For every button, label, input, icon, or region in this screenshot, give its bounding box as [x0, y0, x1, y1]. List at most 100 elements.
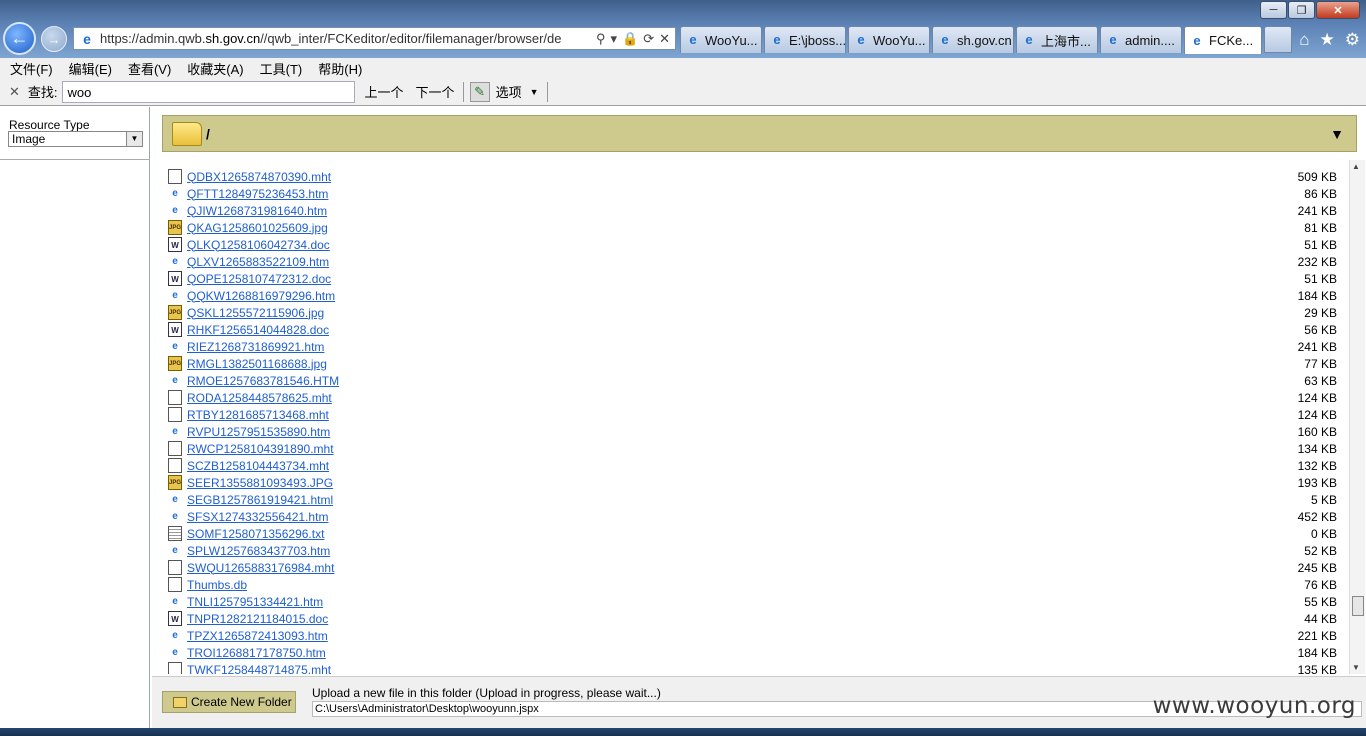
tab-1[interactable]: e E:\jboss...	[764, 26, 846, 53]
back-button[interactable]: ←	[3, 22, 36, 55]
file-name-link[interactable]: RIEZ1268731869921.htm	[187, 340, 324, 354]
minimize-button[interactable]: ─	[1260, 1, 1287, 19]
file-size: 241 KB	[1297, 203, 1337, 218]
menu-file[interactable]: 文件(F)	[10, 59, 53, 78]
tab-5[interactable]: e admin....	[1100, 26, 1182, 53]
tab-6[interactable]: e FCKe... ✕	[1184, 26, 1262, 54]
file-ie-icon: e	[172, 290, 178, 301]
file-name-link[interactable]: QSKL1255572115906.jpg	[187, 306, 324, 320]
close-window-button[interactable]: ✕	[1316, 1, 1360, 19]
file-name-link[interactable]: SCZB1258104443734.mht	[187, 459, 329, 473]
file-size: 86 KB	[1304, 186, 1337, 201]
menu-tools[interactable]: 工具(T)	[260, 59, 303, 78]
dropdown-icon[interactable]: ▾	[610, 31, 617, 47]
file-blank-icon	[168, 441, 182, 456]
file-name-link[interactable]: QKAG1258601025609.jpg	[187, 221, 328, 235]
file-name-link[interactable]: QJIW1268731981640.htm	[187, 204, 327, 218]
current-folder-bar: / ▼	[162, 115, 1357, 152]
ie-tab-icon: e	[857, 32, 865, 47]
file-row: SWQU1265883176984.mht 245 KB	[152, 559, 1348, 576]
folder-dropdown-arrow-icon[interactable]: ▼	[1330, 126, 1344, 142]
file-name-link[interactable]: QDBX1265874870390.mht	[187, 170, 331, 184]
file-name-link[interactable]: SFSX1274332556421.htm	[187, 510, 328, 524]
file-name-link[interactable]: RODA1258448578625.mht	[187, 391, 332, 405]
file-name-link[interactable]: QLXV1265883522109.htm	[187, 255, 329, 269]
file-row: TWKF1258448714875.mht 135 KB	[152, 661, 1348, 674]
file-name-link[interactable]: RTBY1281685713468.mht	[187, 408, 329, 422]
lock-icon[interactable]: 🔒	[622, 31, 638, 47]
find-prev-button[interactable]: 上一个	[365, 82, 404, 101]
file-name-link[interactable]: Thumbs.db	[187, 578, 247, 592]
file-name-link[interactable]: SWQU1265883176984.mht	[187, 561, 334, 575]
find-next-button[interactable]: 下一个	[416, 82, 455, 101]
file-name-link[interactable]: QFTT1284975236453.htm	[187, 187, 328, 201]
scroll-up-icon[interactable]: ▲	[1352, 162, 1360, 171]
url-domain: sh.gov.cn	[205, 31, 261, 46]
file-list-scrollbar[interactable]: ▲ ▼	[1349, 160, 1365, 674]
file-name-link[interactable]: TWKF1258448714875.mht	[187, 663, 331, 675]
file-row: e TROI1268817178750.htm 184 KB	[152, 644, 1348, 661]
forward-button[interactable]: →	[41, 26, 67, 52]
file-jpg-icon: JPG	[168, 220, 182, 235]
arrow-left-icon: ←	[10, 28, 29, 48]
file-name-link[interactable]: QQKW1268816979296.htm	[187, 289, 335, 303]
resource-type-select[interactable]: Image ▼	[8, 131, 143, 147]
file-name-link[interactable]: RVPU1257951535890.htm	[187, 425, 330, 439]
file-name-link[interactable]: TNPR1282121184015.doc	[187, 612, 328, 626]
ie-tab-icon: e	[773, 32, 781, 47]
find-input[interactable]: woo	[61, 80, 355, 103]
file-name-link[interactable]: QLKQ1258106042734.doc	[187, 238, 330, 252]
favorites-star-icon[interactable]: ★	[1320, 30, 1335, 50]
file-ie-icon: e	[172, 205, 178, 216]
tab-2[interactable]: e WooYu...	[848, 26, 930, 53]
menu-view[interactable]: 查看(V)	[128, 59, 171, 78]
menu-help[interactable]: 帮助(H)	[318, 59, 362, 78]
create-new-folder-button[interactable]: Create New Folder	[162, 691, 296, 713]
file-name-link[interactable]: TNLI1257951334421.htm	[187, 595, 323, 609]
menu-edit[interactable]: 编辑(E)	[69, 59, 112, 78]
file-size: 51 KB	[1304, 271, 1337, 286]
resource-sidebar: Resource Type Image ▼	[0, 107, 150, 736]
resource-type-value: Image	[12, 132, 46, 146]
close-find-icon[interactable]: ✕	[9, 84, 20, 100]
address-url[interactable]: https://admin.qwb.sh.gov.cn//qwb_inter/F…	[100, 31, 591, 46]
tab-0[interactable]: e WooYu...	[680, 26, 762, 53]
file-name-link[interactable]: SEGB1257861919421.html	[187, 493, 333, 507]
file-name-link[interactable]: SOMF1258071356296.txt	[187, 527, 324, 541]
chevron-down-icon[interactable]: ▼	[530, 87, 539, 97]
file-name-link[interactable]: TPZX1265872413093.htm	[187, 629, 328, 643]
gear-icon[interactable]: ⚙	[1345, 30, 1360, 50]
file-name-link[interactable]: RHKF1256514044828.doc	[187, 323, 329, 337]
file-name-link[interactable]: SEER1355881093493.JPG	[187, 476, 333, 490]
search-icon[interactable]: ⚲	[596, 31, 606, 47]
scrollbar-thumb[interactable]	[1352, 596, 1364, 616]
refresh-icon[interactable]: ⟳	[643, 31, 654, 47]
highlight-pen-icon[interactable]: ✎	[469, 81, 490, 102]
tab-3[interactable]: e sh.gov.cn	[932, 26, 1014, 53]
menu-favorites[interactable]: 收藏夹(A)	[187, 59, 243, 78]
file-size: 81 KB	[1304, 220, 1337, 235]
tab-4[interactable]: e 上海市...	[1016, 26, 1098, 53]
file-name-link[interactable]: RWCP1258104391890.mht	[187, 442, 334, 456]
restore-button[interactable]: ❐	[1288, 1, 1315, 19]
close-tab-icon[interactable]: ✕	[1259, 33, 1261, 49]
file-row: e TNLI1257951334421.htm 55 KB	[152, 593, 1348, 610]
scroll-down-icon[interactable]: ▼	[1352, 663, 1360, 672]
file-name-link[interactable]: TROI1268817178750.htm	[187, 646, 326, 660]
file-name-link[interactable]: RMGL1382501168688.jpg	[187, 357, 327, 371]
file-name-link[interactable]: QOPE1258107472312.doc	[187, 272, 331, 286]
file-size: 55 KB	[1304, 594, 1337, 609]
file-row: e QLXV1265883522109.htm 232 KB	[152, 253, 1348, 270]
home-icon[interactable]: ⌂	[1299, 30, 1309, 50]
file-size: 245 KB	[1297, 560, 1337, 575]
file-name-link[interactable]: SPLW1257683437703.htm	[187, 544, 330, 558]
file-size: 241 KB	[1297, 339, 1337, 354]
stop-icon[interactable]: ✕	[659, 31, 670, 47]
chevron-down-icon[interactable]: ▼	[126, 132, 142, 146]
file-name-link[interactable]: RMOE1257683781546.HTM	[187, 374, 339, 388]
tab-label: 上海市...	[1041, 33, 1091, 49]
file-size: 124 KB	[1297, 390, 1337, 405]
new-tab-button[interactable]	[1264, 26, 1292, 53]
find-options-button[interactable]: 选项	[496, 82, 522, 101]
address-bar[interactable]: e https://admin.qwb.sh.gov.cn//qwb_inter…	[73, 27, 676, 50]
